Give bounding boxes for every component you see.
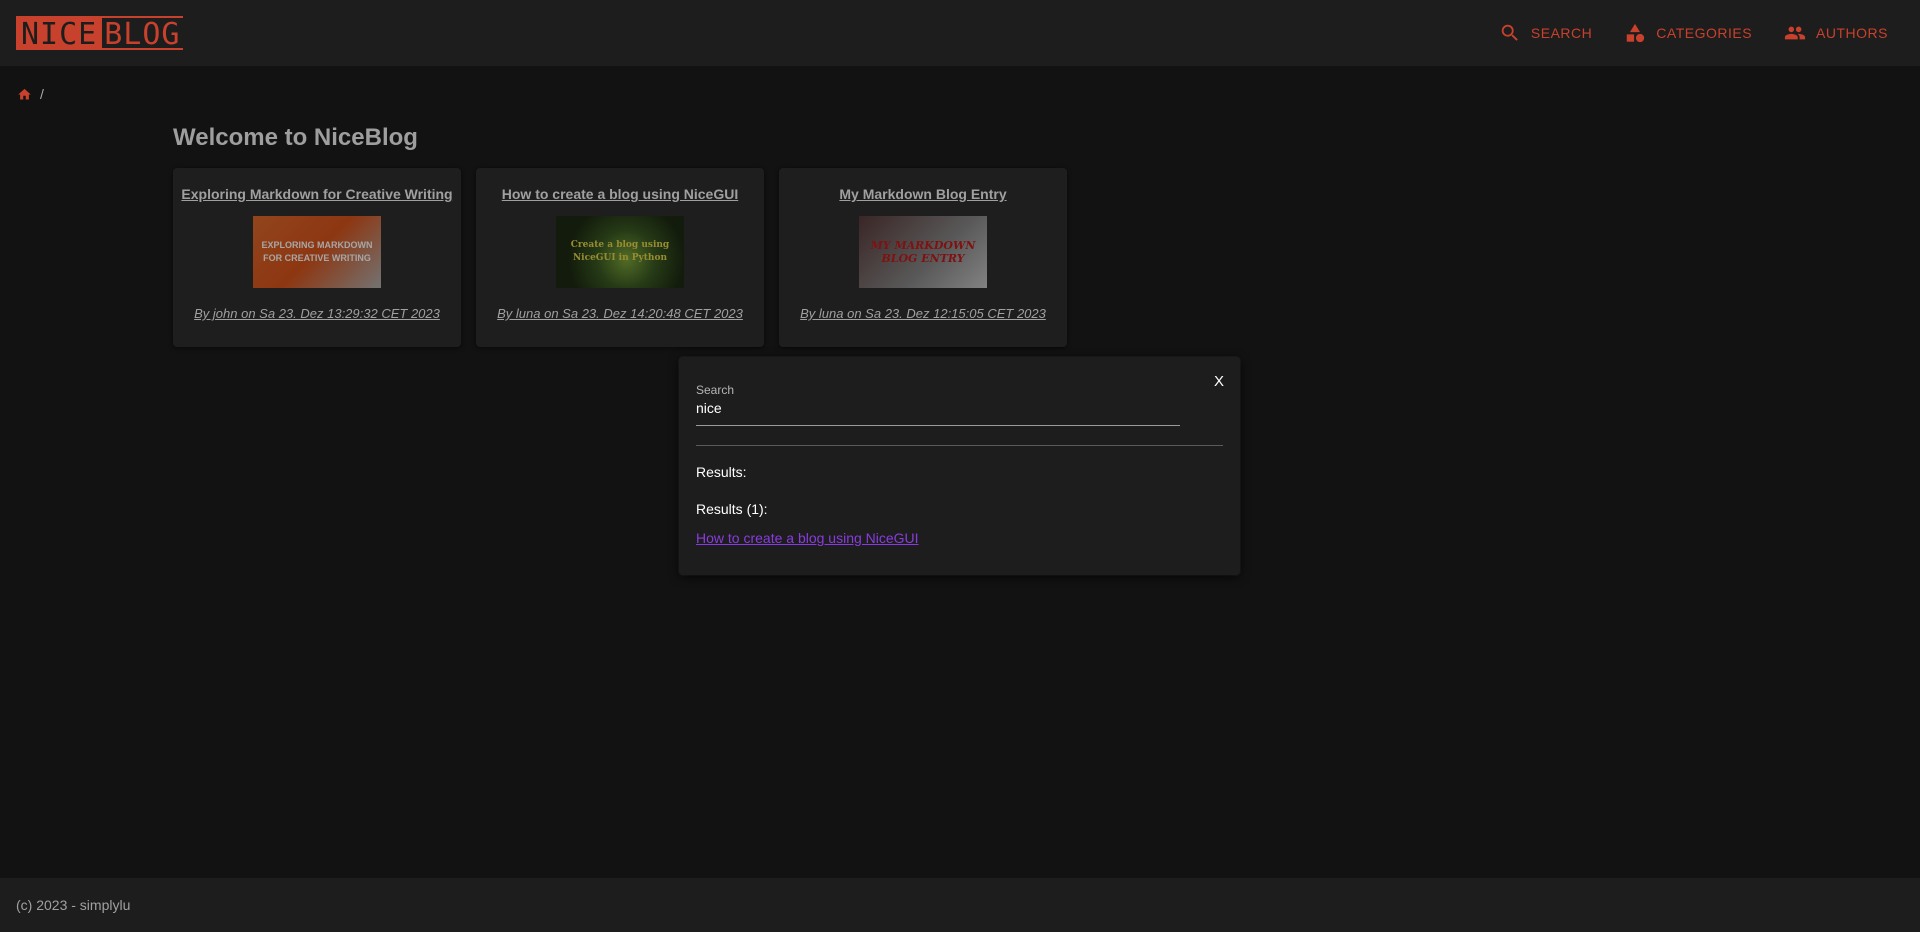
search-field: Search [696, 383, 1180, 426]
results-count-label: Results (1): [696, 501, 768, 517]
dialog-divider [696, 445, 1223, 446]
logo-part-blog: BLOG [102, 16, 183, 52]
nav-authors-button[interactable]: AUTHORS [1768, 14, 1904, 52]
category-icon [1627, 23, 1645, 43]
app-footer: (c) 2023 - simplylu [0, 878, 1920, 932]
results-label: Results: [696, 464, 747, 480]
nav-authors-label: AUTHORS [1816, 25, 1888, 41]
search-input[interactable] [696, 397, 1180, 426]
nav-categories-button[interactable]: CATEGORIES [1608, 14, 1768, 52]
nav-search-label: SEARCH [1530, 25, 1593, 41]
nav-categories-label: CATEGORIES [1656, 25, 1753, 41]
niceblog-logo[interactable]: NICE BLOG [16, 16, 183, 52]
footer-copyright: (c) 2023 - simplylu [16, 897, 131, 913]
close-button[interactable]: X [1214, 373, 1224, 390]
people-icon [1784, 26, 1806, 40]
search-field-label: Search [696, 383, 735, 397]
nav-search-button[interactable]: SEARCH [1483, 14, 1608, 52]
logo-part-nice: NICE [16, 16, 103, 52]
top-nav: SEARCH CATEGORIES AUTHORS [1483, 14, 1904, 52]
search-dialog: X Search Results: Results (1): How to cr… [679, 357, 1240, 575]
search-icon [1501, 24, 1518, 41]
search-result-link[interactable]: How to create a blog using NiceGUI [696, 530, 919, 546]
app-header: NICE BLOG SEARCH CATEGORIES AUTHORS [0, 0, 1920, 66]
